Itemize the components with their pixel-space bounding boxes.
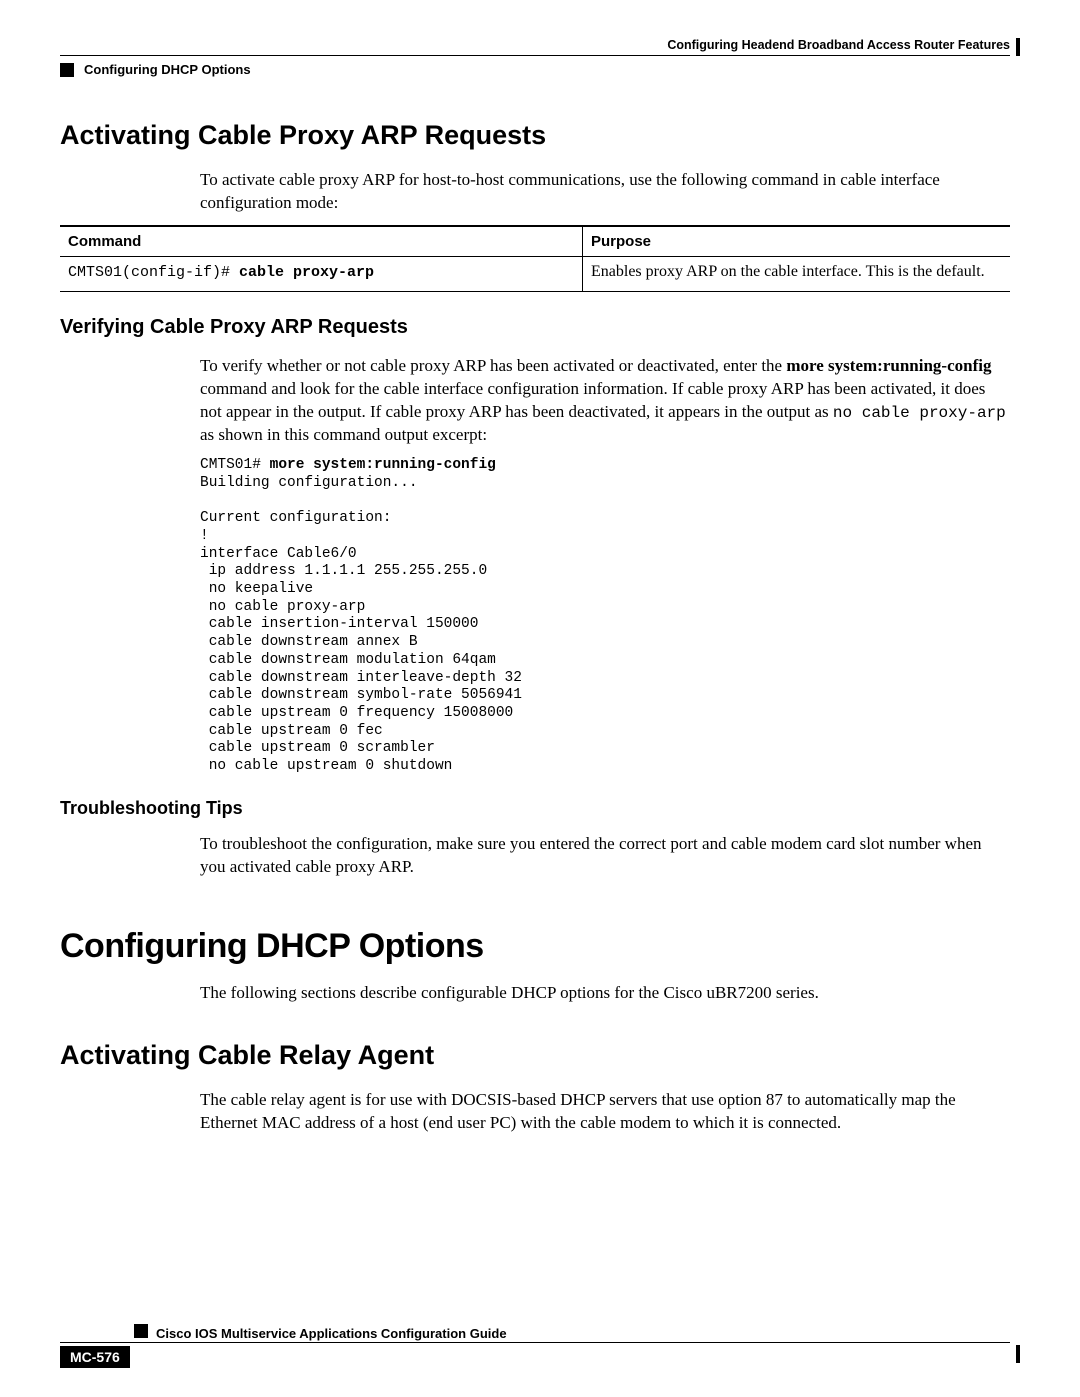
bold-command: more system:running-config	[786, 356, 991, 375]
paragraph: The cable relay agent is for use with DO…	[200, 1089, 1010, 1135]
cli-prompt: CMTS01(config-if)#	[68, 264, 239, 281]
paragraph: To verify whether or not cable proxy ARP…	[200, 355, 1010, 447]
heading-activating-proxy-arp: Activating Cable Proxy ARP Requests	[60, 120, 1010, 151]
page-number: MC-576	[60, 1346, 130, 1368]
table-row: CMTS01(config-if)# cable proxy-arp Enabl…	[60, 256, 1010, 291]
heading-configuring-dhcp: Configuring DHCP Options	[60, 927, 1010, 966]
heading-troubleshooting: Troubleshooting Tips	[60, 798, 1010, 819]
cli-output-body: Building configuration... Current config…	[200, 475, 522, 774]
th-command: Command	[60, 226, 583, 257]
header-end-marker	[1016, 38, 1020, 56]
page-content: Activating Cable Proxy ARP Requests To a…	[60, 120, 1010, 1145]
running-header-chapter: Configuring Headend Broadband Access Rou…	[667, 38, 1010, 52]
paragraph: To troubleshoot the configuration, make …	[200, 833, 1010, 879]
cell-command: CMTS01(config-if)# cable proxy-arp	[60, 256, 583, 291]
inline-code: no cable proxy-arp	[833, 404, 1006, 422]
heading-verifying-proxy-arp: Verifying Cable Proxy ARP Requests	[60, 316, 1010, 339]
cell-purpose: Enables proxy ARP on the cable interface…	[583, 256, 1011, 291]
running-header-section-wrap: Configuring DHCP Options	[60, 62, 251, 77]
table-header-row: Command Purpose	[60, 226, 1010, 257]
command-table: Command Purpose CMTS01(config-if)# cable…	[60, 225, 1010, 292]
code-output: CMTS01# more system:running-config Build…	[200, 457, 1010, 775]
header-rule	[60, 55, 1010, 56]
square-bullet-icon	[60, 63, 74, 77]
footer-rule	[60, 1342, 1010, 1343]
running-header-section: Configuring DHCP Options	[84, 62, 251, 77]
th-purpose: Purpose	[583, 226, 1011, 257]
square-bullet-icon	[134, 1324, 148, 1338]
paragraph: The following sections describe configur…	[200, 982, 1010, 1005]
cli-prompt: CMTS01#	[200, 457, 270, 473]
cli-command-bold: more system:running-config	[270, 457, 496, 473]
cli-keyword: cable proxy-arp	[239, 264, 374, 281]
cli-command: CMTS01(config-if)# cable proxy-arp	[68, 264, 374, 281]
footer-end-marker	[1016, 1345, 1020, 1363]
text-run: as shown in this command output excerpt:	[200, 425, 487, 444]
footer-guide-title: Cisco IOS Multiservice Applications Conf…	[156, 1326, 507, 1341]
heading-activating-relay-agent: Activating Cable Relay Agent	[60, 1040, 1010, 1071]
paragraph: To activate cable proxy ARP for host-to-…	[200, 169, 1010, 215]
text-run: To verify whether or not cable proxy ARP…	[200, 356, 786, 375]
